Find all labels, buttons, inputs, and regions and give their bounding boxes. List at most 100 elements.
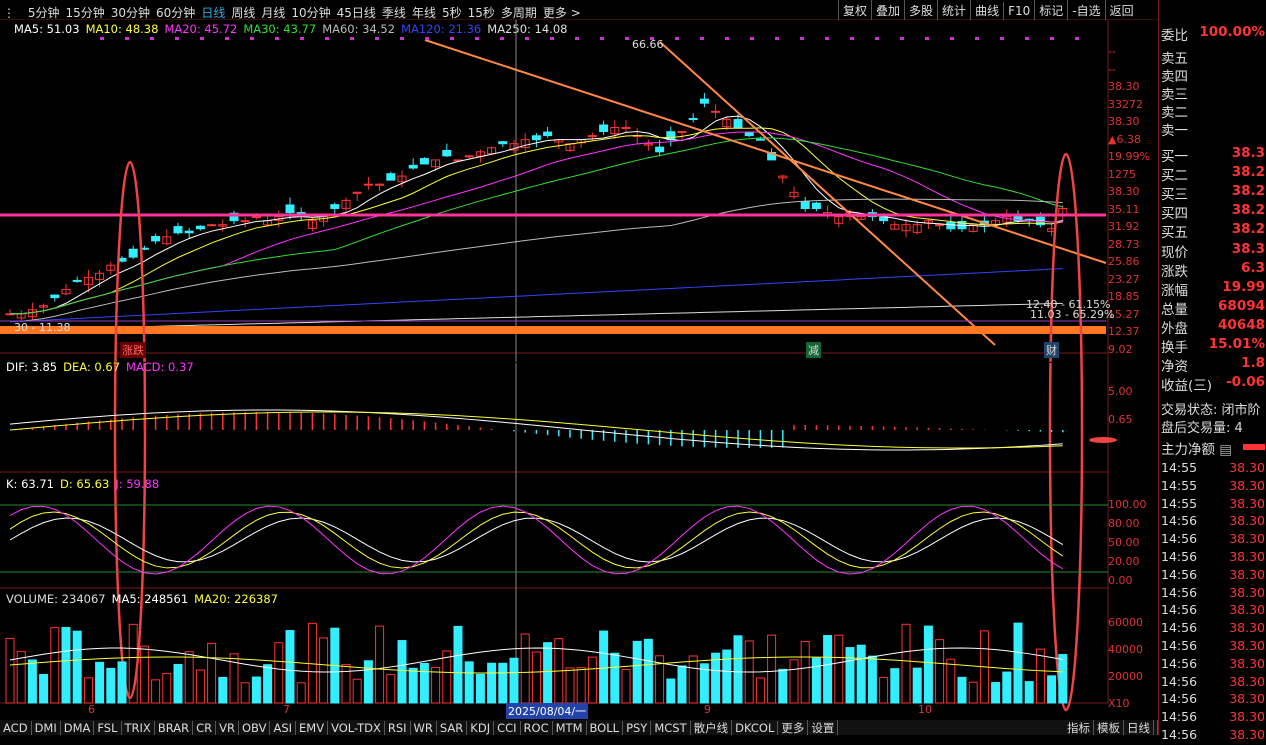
volume-bar — [565, 667, 575, 704]
after-hours-volume: 盘后交易量: 4 — [1161, 421, 1243, 435]
indicator-tab[interactable]: BRAR — [155, 721, 194, 735]
signal-marker — [775, 37, 779, 40]
indicator-tab[interactable]: CCI — [494, 721, 521, 735]
right-tabs: 指标 模板 日线 — [1061, 720, 1158, 735]
signal-marker — [375, 37, 379, 40]
indicator-tab[interactable]: DMA — [61, 721, 95, 735]
axis-tick-label: 20000 — [1108, 670, 1143, 683]
axis-tick-label: 0.00 — [1108, 574, 1133, 587]
indicator-tab[interactable]: MTM — [553, 721, 587, 735]
indicator-tab[interactable]: OBV — [239, 721, 271, 735]
stat-row-label: 换手 — [1161, 340, 1188, 354]
stat-row: 外盘 40648 — [1161, 317, 1266, 335]
event-mark-1[interactable]: 涨跌 — [120, 342, 146, 358]
tick-time: 14:55 — [1161, 460, 1198, 475]
stat-row: 总量 68094 — [1161, 298, 1266, 316]
volume-bar — [106, 667, 116, 704]
volume-bar — [755, 677, 765, 704]
signal-marker — [1000, 37, 1004, 40]
toolbar-button[interactable]: 曲线 — [970, 0, 1003, 21]
signal-marker — [250, 37, 254, 40]
indicator-tab[interactable]: DKCOL — [732, 721, 779, 735]
indicator-tab[interactable]: TRIX — [122, 721, 155, 735]
toolbar-button[interactable]: 标记 — [1034, 0, 1067, 21]
stat-row-label: 净资 — [1161, 359, 1188, 373]
legend-item: DEA: 0.67 — [63, 360, 121, 374]
indicator-tab[interactable]: BOLL — [587, 721, 624, 735]
candle-body — [655, 146, 665, 153]
toolbar-button[interactable]: 多股 — [904, 0, 937, 21]
indicator-tab[interactable]: VOL-TDX — [328, 721, 385, 735]
signal-marker — [675, 37, 679, 40]
indicator-tab[interactable]: ROC — [521, 721, 553, 735]
indicator-tab[interactable]: EMV — [296, 721, 329, 735]
tick-price: 38.30 — [1229, 602, 1265, 618]
tick-row: 14:56 38.30 — [1161, 727, 1266, 745]
template-tab[interactable]: 日线 — [1124, 720, 1154, 735]
axis-tick-label: -- — [1108, 45, 1116, 58]
template-tab[interactable]: 指标 — [1064, 720, 1094, 735]
tick-price: 38.30 — [1229, 531, 1265, 547]
candle-body — [251, 216, 261, 219]
indicator-tab[interactable]: 更多 — [778, 720, 809, 735]
candle-body — [464, 155, 474, 158]
axis-tick-label: 19.99% — [1108, 150, 1150, 163]
indicator-tab[interactable]: KDJ — [467, 721, 495, 735]
kdj-legend: K: 63.71 D: 65.63 J: 59.88 — [6, 477, 165, 491]
indicator-tab[interactable]: WR — [411, 721, 437, 735]
signal-marker — [1050, 37, 1054, 40]
net-flow-icon[interactable]: ▤ — [1219, 442, 1232, 456]
indicator-tab[interactable]: ACD — [0, 721, 32, 735]
volume-bar — [946, 658, 956, 704]
toolbar-button[interactable]: F10 — [1003, 2, 1034, 20]
candle-body — [363, 183, 373, 186]
candle-body — [733, 119, 743, 129]
signal-marker — [550, 37, 554, 40]
legend-item: MA5: 248561 — [111, 592, 189, 606]
indicator-tab[interactable]: 散户线 — [691, 720, 733, 735]
toolbar-button[interactable]: 统计 — [937, 0, 970, 21]
volume-bar — [867, 655, 877, 704]
stat-row-value: 38.3 — [1231, 241, 1265, 257]
toolbar-button[interactable]: 叠加 — [871, 0, 904, 21]
tick-time: 14:56 — [1161, 531, 1198, 547]
indicator-tab[interactable]: FSL — [94, 721, 122, 735]
toolbar-button[interactable]: -自选 — [1067, 0, 1104, 21]
event-mark-3[interactable]: 财 — [1044, 342, 1059, 358]
indicator-tab[interactable]: MCST — [651, 721, 691, 735]
indicator-tab[interactable]: SAR — [437, 721, 468, 735]
tick-time: 14:56 — [1161, 602, 1198, 618]
weibi-value: 100.00% — [1199, 24, 1265, 40]
indicator-tab[interactable]: 设置 — [808, 720, 839, 735]
highlight-ellipse-right — [1048, 152, 1084, 712]
template-tab[interactable]: 模板 — [1094, 720, 1124, 735]
indicator-tab[interactable]: PSY — [623, 721, 652, 735]
low-label: 30 - 11.38 — [14, 321, 71, 334]
volume-bar — [643, 638, 653, 704]
signal-marker — [200, 37, 204, 40]
signal-marker — [850, 37, 854, 40]
volume-bar — [274, 642, 284, 704]
axis-tick-label: 1275 — [1108, 167, 1136, 181]
indicator-tab[interactable]: ASI — [270, 721, 297, 735]
toolbar-button[interactable]: 返回 — [1104, 0, 1138, 21]
indicator-tab[interactable]: RSI — [385, 721, 411, 735]
toolbar-button[interactable]: 复权 — [838, 0, 871, 21]
kline-chart-area[interactable]: MA5: 51.03 MA10: 48.38 MA20: 45.72 MA30: 43… — [0, 20, 1158, 720]
volume-bar — [61, 627, 71, 704]
sell-row: 卖四 — [1161, 65, 1266, 83]
tick-row: 14:56 38.30 — [1161, 656, 1266, 674]
tick-row: 14:55 38.30 — [1161, 460, 1266, 478]
net-flow-header[interactable]: 主力净额 ▤ — [1161, 438, 1266, 456]
quote-panel: 委比 100.00% 卖五 卖四 卖三 卖二 卖一 买一 38.3 买二 38.2 买三 38.2… — [1158, 0, 1266, 742]
axis-tick-label: 5.00 — [1108, 385, 1133, 398]
sell-row: 卖三 — [1161, 83, 1266, 101]
indicator-tab[interactable]: CR — [193, 721, 217, 735]
indicator-tab[interactable]: VR — [216, 721, 239, 735]
candle-body — [599, 124, 609, 133]
tick-row: 14:55 38.30 — [1161, 478, 1266, 496]
indicator-tab[interactable]: DMI — [32, 721, 61, 735]
date-label: 9 — [704, 703, 711, 716]
volume-bar — [811, 657, 821, 704]
event-mark-2[interactable]: 减 — [806, 342, 821, 358]
